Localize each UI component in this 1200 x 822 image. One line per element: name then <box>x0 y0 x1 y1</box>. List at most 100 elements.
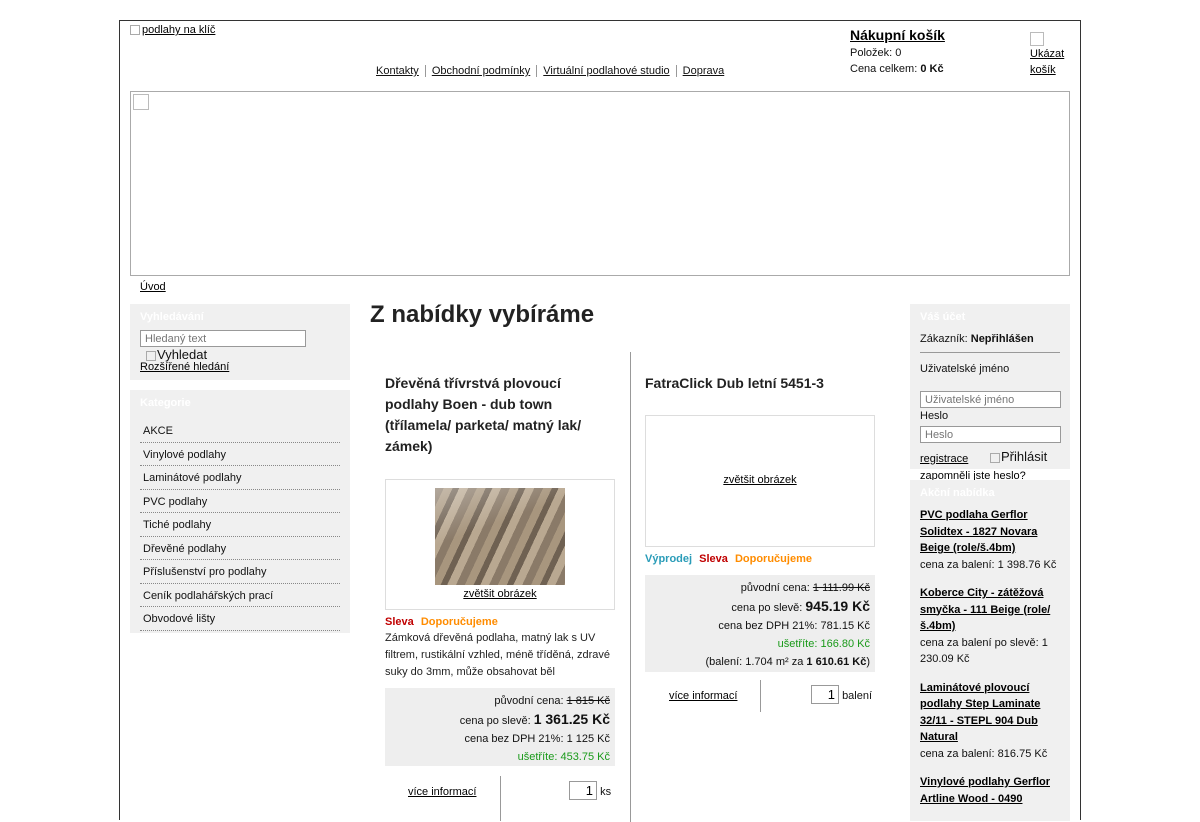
badge-sleva: Sleva <box>699 553 728 565</box>
category-item-drevene[interactable]: Dřevěné podlahy <box>140 537 340 560</box>
badge-doporucujeme: Doporučujeme <box>734 553 812 565</box>
badge-sleva: Sleva <box>385 616 414 628</box>
broken-image-icon <box>146 350 156 361</box>
net-price: cena bez DPH 21%: 1 125 Kč <box>390 730 610 748</box>
zoom-image-link[interactable]: zvětšit obrázek <box>646 474 874 486</box>
category-item-cenik-praci[interactable]: Ceník podlahářských prací <box>140 584 340 607</box>
sale-price-label: cena po slevě: <box>731 602 803 614</box>
net-price-value: 781.15 Kč <box>820 620 870 632</box>
qty-divider <box>760 680 761 712</box>
offer-price: cena za balení: 816.75 Kč <box>920 747 1048 760</box>
qty-divider <box>500 776 501 821</box>
savings-value: 166.80 Kč <box>820 638 870 650</box>
original-price: původní cena: 1 815 Kč <box>390 692 610 710</box>
product-card: FatraClick Dub letní 5451-3 <box>645 373 875 394</box>
more-info-link[interactable]: více informací <box>669 690 737 702</box>
category-item-akce[interactable]: AKCE <box>140 419 340 443</box>
cart-items-value: 0 <box>895 47 902 59</box>
original-price-label: původní cena: <box>494 695 564 707</box>
category-item-obvodove-listy[interactable]: Obvodové lišty <box>140 607 340 631</box>
net-price: cena bez DPH 21%: 781.15 Kč <box>650 617 870 635</box>
quantity-unit: ks <box>600 786 612 798</box>
more-info-link[interactable]: více informací <box>408 786 476 798</box>
offer-item: PVC podlaha Gerflor Solidtex - 1827 Nova… <box>910 507 1070 573</box>
offers-title: Akční nabídka <box>920 487 995 499</box>
product-card: Dřevěná třívrstvá plovoucí podlahy Boen … <box>385 373 615 457</box>
product-title[interactable]: FatraClick Dub letní 5451-3 <box>645 373 875 394</box>
cart-summary: Nákupní košík Položek: 0 Cena celkem: 0 … <box>850 27 1020 75</box>
account-divider <box>920 352 1060 353</box>
nav-link-kontakty[interactable]: Kontakty <box>370 65 425 77</box>
logo-alt-text: podlahy na klíč <box>142 24 216 36</box>
nav-link-obchodni-podminky[interactable]: Obchodní podmínky <box>424 65 536 77</box>
page-container: podlahy na klíč Kontakty Obchodní podmín… <box>119 20 1081 822</box>
offer-item: Laminátové plovoucí podlahy Step Laminat… <box>910 680 1070 763</box>
username-field[interactable] <box>920 391 1061 408</box>
cart-total-value: 0 Kč <box>920 63 944 75</box>
quantity-unit: balení <box>842 690 873 702</box>
offer-item: Koberce City - zátěžová smyčka - 111 Bei… <box>910 585 1070 668</box>
cart-items-count: Položek: 0 <box>850 47 1020 59</box>
product-badges: Sleva Doporučujeme <box>385 616 615 628</box>
cart-title-link[interactable]: Nákupní košík <box>850 27 945 43</box>
category-item-vinylove[interactable]: Vinylové podlahy <box>140 443 340 466</box>
advanced-search-link[interactable]: Rozšířené hledání <box>140 361 229 373</box>
special-offers-panel: Akční nabídka PVC podlaha Gerflor Solidt… <box>910 480 1070 821</box>
search-button[interactable]: Vyhledat <box>146 347 207 362</box>
search-panel-title: Vyhledávání <box>140 311 204 323</box>
category-item-laminatove[interactable]: Laminátové podlahy <box>140 466 340 490</box>
badge-doporucujeme: Doporučujeme <box>420 616 498 628</box>
show-cart-alt-text: Ukázat košík <box>1030 48 1065 76</box>
savings-value: 453.75 Kč <box>560 751 610 763</box>
offer-link[interactable]: Koberce City - zátěžová smyčka - 111 Bei… <box>920 587 1050 632</box>
category-item-tiche[interactable]: Tiché podlahy <box>140 513 340 537</box>
offer-link[interactable]: Laminátové plovoucí podlahy Step Laminat… <box>920 682 1040 744</box>
quantity-control: ks <box>569 781 611 800</box>
password-label: Heslo <box>920 410 949 422</box>
product-image[interactable] <box>435 488 565 585</box>
broken-image-icon <box>133 94 149 110</box>
nav-link-virtualni-studio[interactable]: Virtuální podlahové studio <box>536 65 675 77</box>
product-badges: Výprodej Sleva Doporučujeme <box>645 553 875 565</box>
customer-status: Zákazník: Nepřihlášen <box>910 333 1070 345</box>
product-description: Zámková dřevěná podlaha, matný lak s UV … <box>385 632 610 678</box>
cart-items-label: Položek: <box>850 47 893 59</box>
customer-value: Nepřihlášen <box>970 333 1034 345</box>
breadcrumb-home[interactable]: Úvod <box>140 281 166 293</box>
page-title: Z nabídky vybíráme <box>370 301 595 328</box>
search-input[interactable] <box>140 330 306 347</box>
zoom-image-link[interactable]: zvětšit obrázek <box>386 588 614 600</box>
categories-title: Kategorie <box>140 397 191 409</box>
product-title[interactable]: Dřevěná třívrstvá plovoucí podlahy Boen … <box>385 373 615 457</box>
register-link[interactable]: registrace <box>920 453 968 465</box>
sale-price-value: 945.19 Kč <box>805 598 870 614</box>
savings-label: ušetříte: <box>517 751 558 763</box>
categories-panel: Kategorie AKCE Vinylové podlahy Lamináto… <box>130 390 350 633</box>
product-details: Sleva Doporučujeme Zámková dřevěná podla… <box>385 616 615 681</box>
category-item-pvc[interactable]: PVC podlahy <box>140 490 340 513</box>
customer-label: Zákazník: <box>920 333 968 345</box>
nav-link-doprava[interactable]: Doprava <box>675 65 731 77</box>
product-column-divider <box>630 352 631 822</box>
show-cart-button[interactable]: Ukázat košík <box>1030 32 1076 78</box>
site-logo[interactable]: podlahy na klíč <box>130 24 215 36</box>
package-prefix: (balení: 1.704 m² za <box>705 656 807 668</box>
quantity-input[interactable] <box>811 685 839 704</box>
sale-price: cena po slevě: 1 361.25 Kč <box>390 710 610 730</box>
cart-total: Cena celkem: 0 Kč <box>850 63 1020 75</box>
banner-image <box>130 91 1070 276</box>
quantity-input[interactable] <box>569 781 597 800</box>
product-image-box: zvětšit obrázek <box>385 479 615 610</box>
package-price: 1 610.61 Kč <box>806 656 867 668</box>
offer-link[interactable]: Vinylové podlahy Gerflor Artline Wood - … <box>920 776 1050 805</box>
password-field[interactable] <box>920 426 1061 443</box>
original-price-value: 1 111.99 Kč <box>812 582 870 594</box>
offer-link[interactable]: PVC podlaha Gerflor Solidtex - 1827 Nova… <box>920 509 1037 554</box>
savings: ušetříte: 166.80 Kč <box>650 635 870 653</box>
offer-price: cena za balení: 1 398.76 Kč <box>920 558 1057 571</box>
login-button-alt: Přihlásit <box>1001 449 1048 464</box>
login-button[interactable]: Přihlásit <box>990 449 1047 464</box>
original-price-label: původní cena: <box>740 582 810 594</box>
category-item-prislusenstvi[interactable]: Příslušenství pro podlahy <box>140 560 340 584</box>
original-price-value: 1 815 Kč <box>566 695 610 707</box>
